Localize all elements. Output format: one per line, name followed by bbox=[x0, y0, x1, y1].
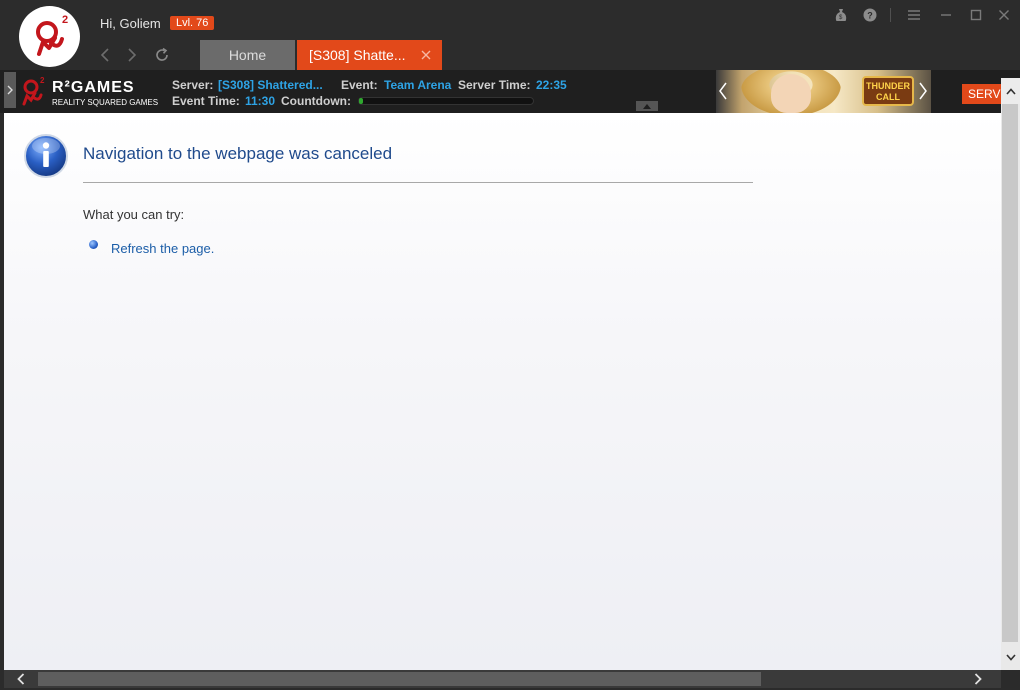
scroll-up-button[interactable] bbox=[1001, 78, 1020, 104]
brand-subtitle: REALITY SQUARED GAMES bbox=[52, 98, 159, 107]
tab-home[interactable]: Home bbox=[200, 40, 295, 70]
brand-name: R²GAMES bbox=[52, 79, 135, 96]
close-icon bbox=[999, 10, 1009, 20]
collapse-infobar-button[interactable] bbox=[636, 101, 658, 111]
forward-button[interactable] bbox=[123, 46, 141, 64]
game-info-bar: 2 R²GAMES REALITY SQUARED GAMES Server: … bbox=[0, 70, 1020, 113]
maximize-button[interactable] bbox=[969, 8, 983, 22]
scroll-right-button[interactable] bbox=[971, 672, 985, 686]
reload-icon bbox=[156, 47, 168, 61]
minimize-button[interactable] bbox=[939, 8, 953, 22]
chevron-right-icon bbox=[7, 85, 13, 95]
tab-close-button[interactable] bbox=[420, 48, 432, 60]
event-time-label: Event Time: bbox=[172, 94, 240, 108]
countdown-progress-fill bbox=[359, 98, 363, 104]
servers-button[interactable]: SERV bbox=[962, 84, 1002, 104]
chevron-up-icon bbox=[1005, 87, 1016, 95]
chevron-down-icon bbox=[1005, 653, 1016, 661]
chevron-left-icon bbox=[100, 48, 109, 62]
event-time-value: 11:30 bbox=[245, 94, 276, 108]
sidebar-toggle-button[interactable] bbox=[4, 72, 16, 108]
vertical-scroll-thumb[interactable] bbox=[1002, 104, 1018, 642]
refresh-page-link[interactable]: Refresh the page. bbox=[111, 241, 214, 256]
banner-game-logo: THUNDER CALL bbox=[862, 76, 914, 106]
title-bar: 2 Hi, Goliem Lvl. 76 Home [S308] Shatte.… bbox=[0, 0, 1020, 70]
scrollbar-corner bbox=[1001, 670, 1020, 690]
vertical-scrollbar[interactable] bbox=[1001, 78, 1020, 670]
game-ad-banner[interactable]: THUNDER CALL bbox=[716, 70, 931, 113]
help-icon: ? bbox=[863, 8, 877, 22]
close-window-button[interactable] bbox=[997, 8, 1011, 22]
svg-text:2: 2 bbox=[40, 76, 45, 85]
level-badge: Lvl. 76 bbox=[170, 16, 215, 30]
back-button[interactable] bbox=[96, 46, 114, 64]
close-icon bbox=[421, 50, 431, 60]
countdown-progress-bar bbox=[358, 97, 534, 105]
r2-logo-icon: 2 bbox=[36, 14, 68, 56]
event-label: Event: bbox=[341, 78, 378, 92]
minimize-icon bbox=[941, 14, 951, 16]
svg-text:?: ? bbox=[867, 11, 873, 21]
r2-brand-logo: 2 bbox=[18, 74, 48, 110]
title-separator bbox=[890, 8, 891, 22]
page-title: Navigation to the webpage was canceled bbox=[83, 144, 393, 163]
event-value: Team Arena bbox=[384, 78, 452, 92]
chevron-right-icon bbox=[128, 48, 137, 62]
horizontal-scrollbar[interactable] bbox=[4, 670, 1001, 688]
scroll-left-button[interactable] bbox=[14, 672, 28, 686]
money-bag-icon: $ bbox=[835, 9, 847, 21]
menu-icon bbox=[908, 10, 920, 20]
countdown-label: Countdown: bbox=[281, 94, 351, 108]
wallet-button[interactable]: $ bbox=[834, 8, 848, 22]
webpage-content: Navigation to the webpage was canceled W… bbox=[4, 113, 1001, 670]
suggestions-heading: What you can try: bbox=[83, 207, 185, 222]
server-label: Server: bbox=[172, 78, 214, 92]
user-greeting: Hi, Goliem bbox=[100, 16, 161, 31]
menu-button[interactable] bbox=[907, 8, 921, 22]
tab-game[interactable]: [S308] Shatte... bbox=[297, 40, 442, 70]
app-logo[interactable]: 2 bbox=[19, 6, 80, 67]
server-time-value: 22:35 bbox=[536, 78, 567, 92]
chevron-right-icon[interactable] bbox=[918, 82, 928, 100]
triangle-up-icon bbox=[643, 103, 651, 109]
svg-text:2: 2 bbox=[62, 14, 68, 26]
help-button[interactable]: ? bbox=[863, 8, 877, 22]
tab-label: Home bbox=[228, 47, 267, 63]
r2-logo-icon: 2 bbox=[22, 76, 45, 106]
chevron-left-icon[interactable] bbox=[718, 82, 728, 100]
reload-button[interactable] bbox=[153, 46, 171, 64]
info-icon bbox=[23, 133, 69, 179]
server-time-label: Server Time: bbox=[458, 78, 531, 92]
horizontal-scroll-thumb[interactable] bbox=[38, 672, 761, 686]
tab-label: [S308] Shatte... bbox=[309, 47, 406, 63]
banner-character bbox=[771, 74, 811, 113]
chevron-left-icon bbox=[17, 673, 25, 685]
title-divider bbox=[83, 182, 753, 183]
chevron-right-icon bbox=[974, 673, 982, 685]
server-value: [S308] Shattered... bbox=[218, 78, 323, 92]
scroll-down-button[interactable] bbox=[1001, 644, 1020, 670]
maximize-icon bbox=[970, 9, 982, 21]
bullet-icon bbox=[89, 240, 98, 249]
